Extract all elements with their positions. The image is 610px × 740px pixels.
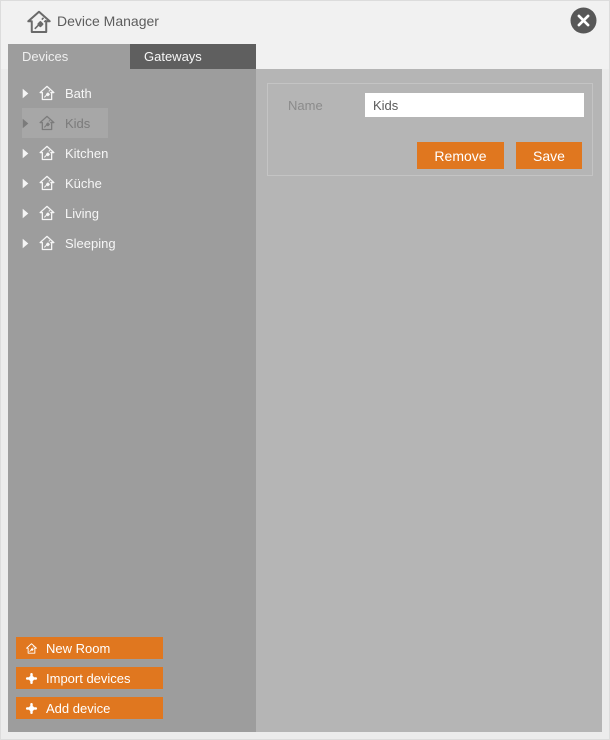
expander-arrow-icon[interactable] <box>22 148 29 159</box>
remove-button[interactable]: Remove <box>417 142 504 169</box>
detail-panel: Name Remove Save <box>256 69 602 732</box>
plug-icon <box>25 702 38 715</box>
expander-arrow-icon[interactable] <box>22 88 29 99</box>
room-house-icon <box>38 174 56 192</box>
window-title: Device Manager <box>57 0 159 42</box>
tab-bar: Devices Gateways <box>8 44 256 69</box>
rooms-tree: Bath Kids Kitchen Küche Living Sleeping <box>8 69 256 258</box>
add-device-label: Add device <box>46 701 110 716</box>
expander-arrow-icon[interactable] <box>22 118 29 129</box>
expander-arrow-icon[interactable] <box>22 238 29 249</box>
room-house-icon <box>38 84 56 102</box>
name-input[interactable] <box>365 93 584 117</box>
tree-item-living[interactable]: Living <box>22 198 117 228</box>
tree-item-kitchen[interactable]: Kitchen <box>22 138 126 168</box>
room-house-icon <box>38 204 56 222</box>
room-edit-form: Name Remove Save <box>267 83 593 176</box>
tree-item-kids[interactable]: Kids <box>22 108 108 138</box>
form-buttons: Remove Save <box>417 142 582 169</box>
import-devices-label: Import devices <box>46 671 131 686</box>
room-house-icon <box>38 234 56 252</box>
new-room-label: New Room <box>46 641 110 656</box>
expander-arrow-icon[interactable] <box>22 178 29 189</box>
name-row: Name <box>268 93 592 117</box>
import-devices-button[interactable]: Import devices <box>16 667 163 689</box>
tree-item-label: Küche <box>65 176 102 191</box>
plug-icon <box>25 672 38 685</box>
room-house-icon <box>38 114 56 132</box>
tree-item-label: Sleeping <box>65 236 116 251</box>
tree-item-label: Bath <box>65 86 92 101</box>
sidebar-actions: New Room Import devices Add device <box>16 637 163 719</box>
close-button[interactable] <box>570 7 597 34</box>
expander-arrow-icon[interactable] <box>22 208 29 219</box>
close-icon <box>570 7 597 34</box>
tree-item-kueche[interactable]: Küche <box>22 168 120 198</box>
name-label: Name <box>288 98 365 113</box>
tree-item-sleeping[interactable]: Sleeping <box>22 228 134 258</box>
tab-devices[interactable]: Devices <box>8 44 130 69</box>
save-button[interactable]: Save <box>516 142 582 169</box>
room-house-icon <box>38 144 56 162</box>
tab-gateways[interactable]: Gateways <box>130 44 256 69</box>
tree-item-label: Kids <box>65 116 90 131</box>
house-icon <box>25 642 38 655</box>
tree-item-bath[interactable]: Bath <box>22 78 110 108</box>
add-device-button[interactable]: Add device <box>16 697 163 719</box>
device-manager-house-icon <box>25 8 53 36</box>
tree-item-label: Kitchen <box>65 146 108 161</box>
rooms-sidebar: Bath Kids Kitchen Küche Living Sleeping <box>8 69 256 732</box>
new-room-button[interactable]: New Room <box>16 637 163 659</box>
tree-item-label: Living <box>65 206 99 221</box>
